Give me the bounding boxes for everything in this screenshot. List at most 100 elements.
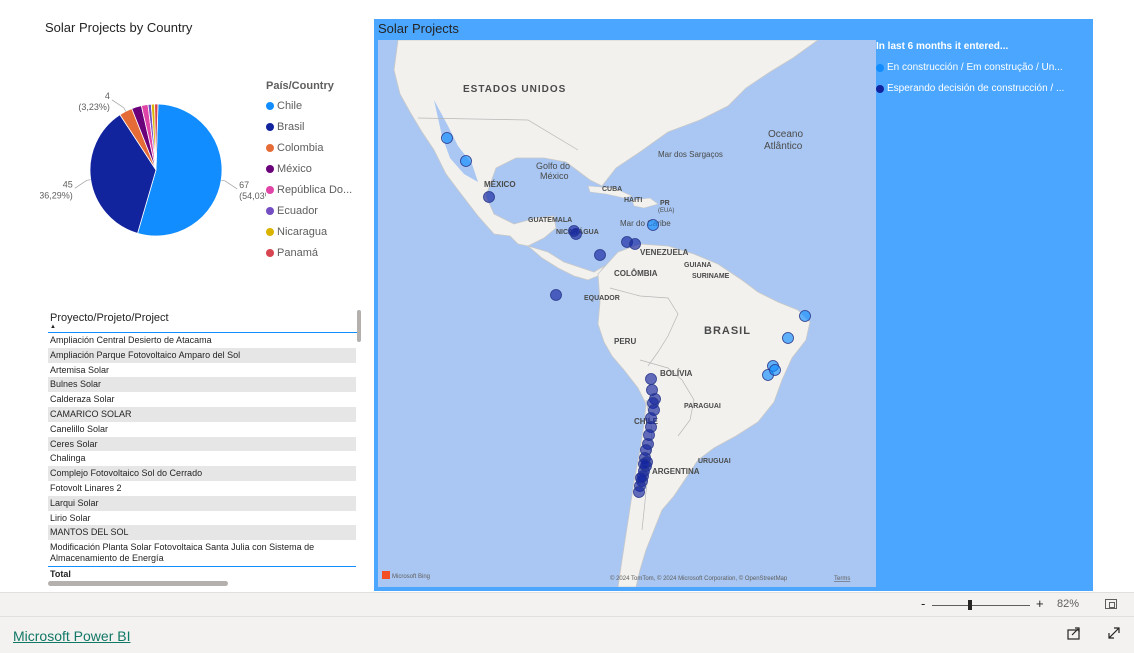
map-legend-item-1[interactable]: Esperando decisión de construcción / ... xyxy=(876,78,1064,99)
table-row[interactable]: Lirio Solar xyxy=(48,511,356,526)
legend-item-1[interactable]: Brasil xyxy=(266,116,352,137)
label-sargasso: Mar dos Sargaços xyxy=(658,150,723,159)
label-cuba: CUBA xyxy=(602,186,622,193)
label-brasil: BRASIL xyxy=(704,325,751,337)
report-canvas: Solar Projects by Country 67(54,03%)45(3… xyxy=(0,0,1134,592)
project-bubble-11[interactable] xyxy=(782,332,794,344)
project-bubble-34[interactable] xyxy=(635,472,647,484)
map-canvas[interactable]: ESTADOS UNIDOS Oceano Atlântico Mar dos … xyxy=(378,40,876,587)
label-usa: ESTADOS UNIDOS xyxy=(463,84,566,95)
label-colombia: COLÔMBIA xyxy=(614,269,658,278)
map-legend-title: In last 6 months it entered... xyxy=(876,41,1009,52)
power-bi-link[interactable]: Microsoft Power BI xyxy=(13,628,130,644)
table-row[interactable]: Ampliación Parque Fotovoltaico Amparo de… xyxy=(48,347,356,363)
sort-ascending-icon[interactable]: ▲ xyxy=(50,324,56,330)
project-bubble-0[interactable] xyxy=(441,132,453,144)
legend-dot-icon xyxy=(266,143,274,152)
pie-data-label-2: 4 xyxy=(105,91,110,101)
legend-label: México xyxy=(277,162,312,175)
project-table[interactable]: Proyecto/Projeto/Project ▲ Ampliación Ce… xyxy=(48,310,361,588)
table-row[interactable]: Modificación Planta Solar Fotovoltaica S… xyxy=(48,540,356,566)
legend-dot-icon xyxy=(266,101,274,110)
project-bubble-3[interactable] xyxy=(647,219,659,231)
label-uruguai: URUGUAI xyxy=(698,458,731,465)
label-pr: PR xyxy=(660,200,670,207)
project-bubble-8[interactable] xyxy=(594,249,606,261)
pie-percent-label-1: (36,29%) xyxy=(40,190,73,200)
project-bubble-2[interactable] xyxy=(483,191,495,203)
table-row[interactable]: Ceres Solar xyxy=(48,436,356,452)
legend-item-4[interactable]: República Do... xyxy=(266,179,352,200)
pie-legend-title: País/Country xyxy=(266,80,334,92)
legend-item-0[interactable]: Chile xyxy=(266,95,352,116)
footer-bar: Microsoft Power BI xyxy=(0,616,1134,653)
zoom-bar: - + 82% xyxy=(0,592,1134,617)
legend-item-2[interactable]: Colombia xyxy=(266,137,352,158)
legend-item-7[interactable]: Panamá xyxy=(266,242,352,263)
zoom-slider[interactable] xyxy=(932,605,1030,606)
fullscreen-icon[interactable] xyxy=(1106,625,1122,641)
label-gulf: Golfo do xyxy=(536,161,570,171)
table-row[interactable]: Calderaza Solar xyxy=(48,392,356,407)
project-bubble-9[interactable] xyxy=(550,289,562,301)
project-bubble-14[interactable] xyxy=(769,364,781,376)
table-row[interactable]: MANTOS DEL SOL xyxy=(48,525,356,541)
legend-dot-icon xyxy=(266,185,274,194)
pie-chart-title: Solar Projects by Country xyxy=(45,20,193,35)
legend-label: Panamá xyxy=(277,246,318,259)
table-row[interactable]: Complejo Fotovoltaico Sol do Cerrado xyxy=(48,466,356,481)
project-bubble-10[interactable] xyxy=(799,310,811,322)
table-row[interactable]: Canelillo Solar xyxy=(48,422,356,437)
project-bubble-15[interactable] xyxy=(645,373,657,385)
pie-leader-line-2 xyxy=(111,99,127,112)
legend-item-5[interactable]: Ecuador xyxy=(266,200,352,221)
legend-label: Colombia xyxy=(277,141,324,154)
table-row[interactable]: Chalinga xyxy=(48,451,356,466)
zoom-out-button[interactable]: - xyxy=(921,596,925,611)
table-row[interactable]: Ampliación Central Desierto de Atacama xyxy=(48,333,356,348)
table-horizontal-scrollbar[interactable] xyxy=(48,581,228,586)
microsoft-logo-icon xyxy=(382,571,390,579)
table-total-row: Total xyxy=(48,566,356,581)
project-bubble-33[interactable] xyxy=(638,458,650,470)
project-bubble-1[interactable] xyxy=(460,155,472,167)
fit-to-page-icon[interactable] xyxy=(1105,599,1117,609)
label-argentina: ARGENTINA xyxy=(652,467,700,476)
pie-chart[interactable]: 67(54,03%) 45(36,29%) 4(3,23%) xyxy=(40,88,266,268)
legend-item-3[interactable]: México xyxy=(266,158,352,179)
map-attribution[interactable]: © 2024 TomTom, © 2024 Microsoft Corporat… xyxy=(610,575,788,582)
project-bubble-7[interactable] xyxy=(629,238,641,250)
label-bolivia: BOLÍVIA xyxy=(660,369,693,378)
label-gulf-2: México xyxy=(540,171,569,181)
table-row[interactable]: Artemisa Solar xyxy=(48,363,356,378)
project-bubble-5[interactable] xyxy=(568,225,580,237)
map-visual[interactable]: Solar Projects ESTADOS UNIDOS Oceano Atl… xyxy=(374,19,1093,591)
legend-dot-icon xyxy=(266,206,274,215)
legend-item-6[interactable]: Nicaragua xyxy=(266,221,352,242)
label-ocean-2: Atlântico xyxy=(764,141,803,152)
zoom-slider-thumb[interactable] xyxy=(968,600,972,610)
table-header[interactable]: Proyecto/Projeto/Project ▲ xyxy=(48,310,358,333)
pie-leader-line-1 xyxy=(74,179,91,189)
table-row[interactable]: Fotovolt Linares 2 xyxy=(48,481,356,496)
terms-link[interactable]: Terms xyxy=(834,576,850,582)
label-eua: (EUA) xyxy=(658,208,674,214)
table-column-header[interactable]: Proyecto/Projeto/Project xyxy=(50,312,169,324)
pie-leader-line-0 xyxy=(221,179,238,190)
label-peru: PERU xyxy=(614,337,636,346)
label-guiana: GUIANA xyxy=(684,262,712,269)
label-equador: EQUADOR xyxy=(584,295,620,302)
table-row[interactable]: CAMARICO SOLAR xyxy=(48,406,356,422)
legend-dot-icon xyxy=(266,122,274,131)
table-row[interactable]: Bulnes Solar xyxy=(48,377,356,393)
label-suriname: SURINAME xyxy=(692,273,730,280)
table-row[interactable]: Larqui Solar xyxy=(48,495,356,511)
map-legend-dot-icon xyxy=(876,63,884,72)
project-bubble-32[interactable] xyxy=(633,486,645,498)
share-icon[interactable] xyxy=(1066,625,1082,641)
map-legend-item-0[interactable]: En construcción / Em construção / Un... xyxy=(876,57,1064,78)
zoom-in-button[interactable]: + xyxy=(1036,596,1044,611)
zoom-level: 82% xyxy=(1057,598,1080,610)
table-vertical-scrollbar[interactable] xyxy=(357,310,361,342)
legend-label: Nicaragua xyxy=(277,225,328,238)
